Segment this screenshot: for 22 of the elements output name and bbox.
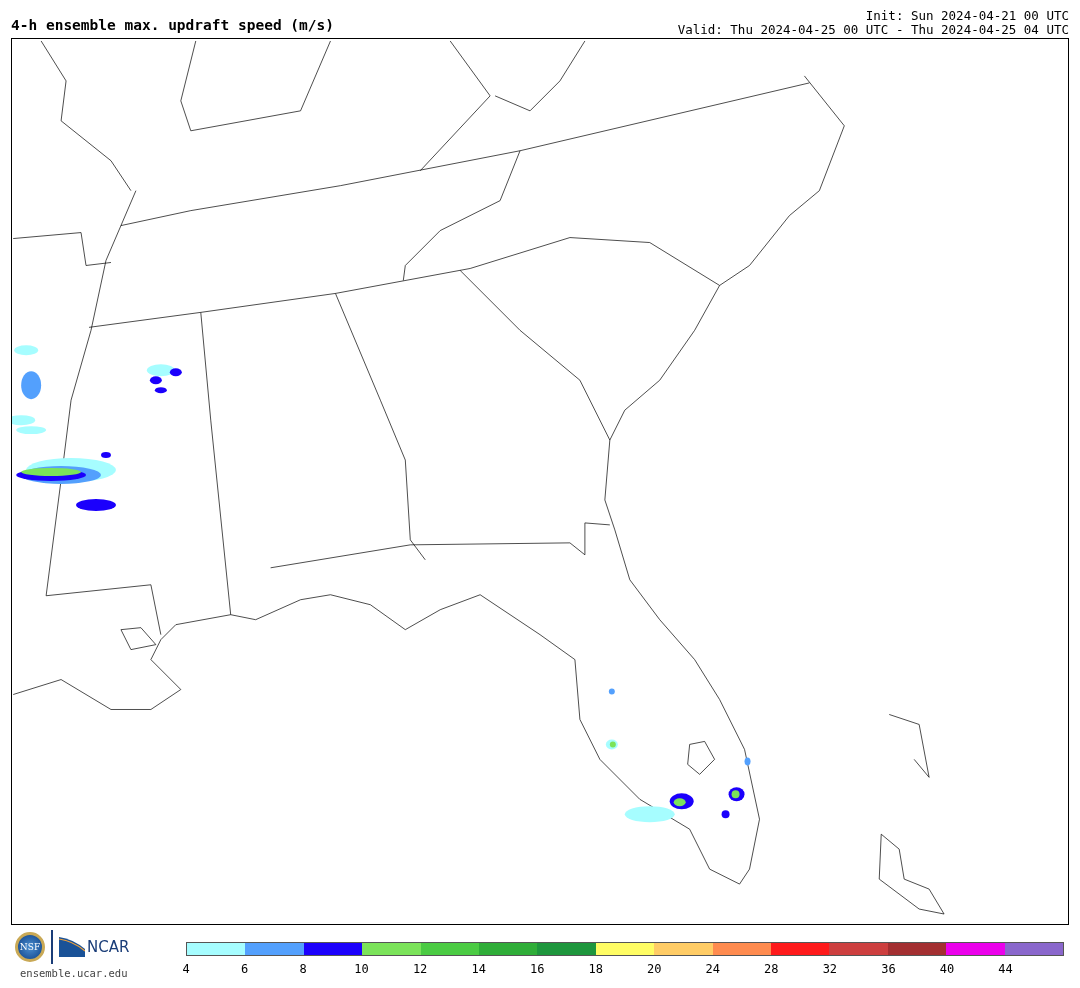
map-title: 4-h ensemble max. updraft speed (m/s) — [11, 17, 334, 35]
colorbar-tick-label: 12 — [412, 962, 428, 976]
colorbar-tick-label: 40 — [939, 962, 955, 976]
colorbar-tick-label: 44 — [998, 962, 1013, 976]
colorbar-tick-label: 6 — [240, 962, 249, 976]
valid-time: Valid: Thu 2024-04-25 00 UTC - Thu 2024-04-25 04 UTC — [677, 23, 1069, 37]
colorbar-tick-label: 24 — [705, 962, 720, 976]
colorbar-tick-label: 32 — [822, 962, 838, 976]
init-time: Init: Sun 2024-04-21 00 UTC — [864, 9, 1069, 23]
colorbar-tick-label: 36 — [881, 962, 896, 976]
colorbar-tick-label: 4 — [182, 962, 190, 976]
colorbar-tick-label: 8 — [299, 962, 307, 976]
colorbar-tick-label: 20 — [647, 962, 662, 976]
site-url: ensemble.ucar.edu — [19, 967, 128, 979]
colorbar-tick-label: 10 — [354, 962, 369, 976]
colorbar-tick-label: 16 — [529, 962, 545, 976]
colorbar-tick-label: 28 — [764, 962, 779, 976]
nsf-logo: NSF — [15, 932, 45, 962]
swoosh-icon — [59, 937, 85, 957]
colorbar-tick-label: 18 — [588, 962, 603, 976]
ncar-logo-text: NCAR — [87, 938, 130, 956]
colorbar-tick-label: 14 — [471, 962, 486, 976]
